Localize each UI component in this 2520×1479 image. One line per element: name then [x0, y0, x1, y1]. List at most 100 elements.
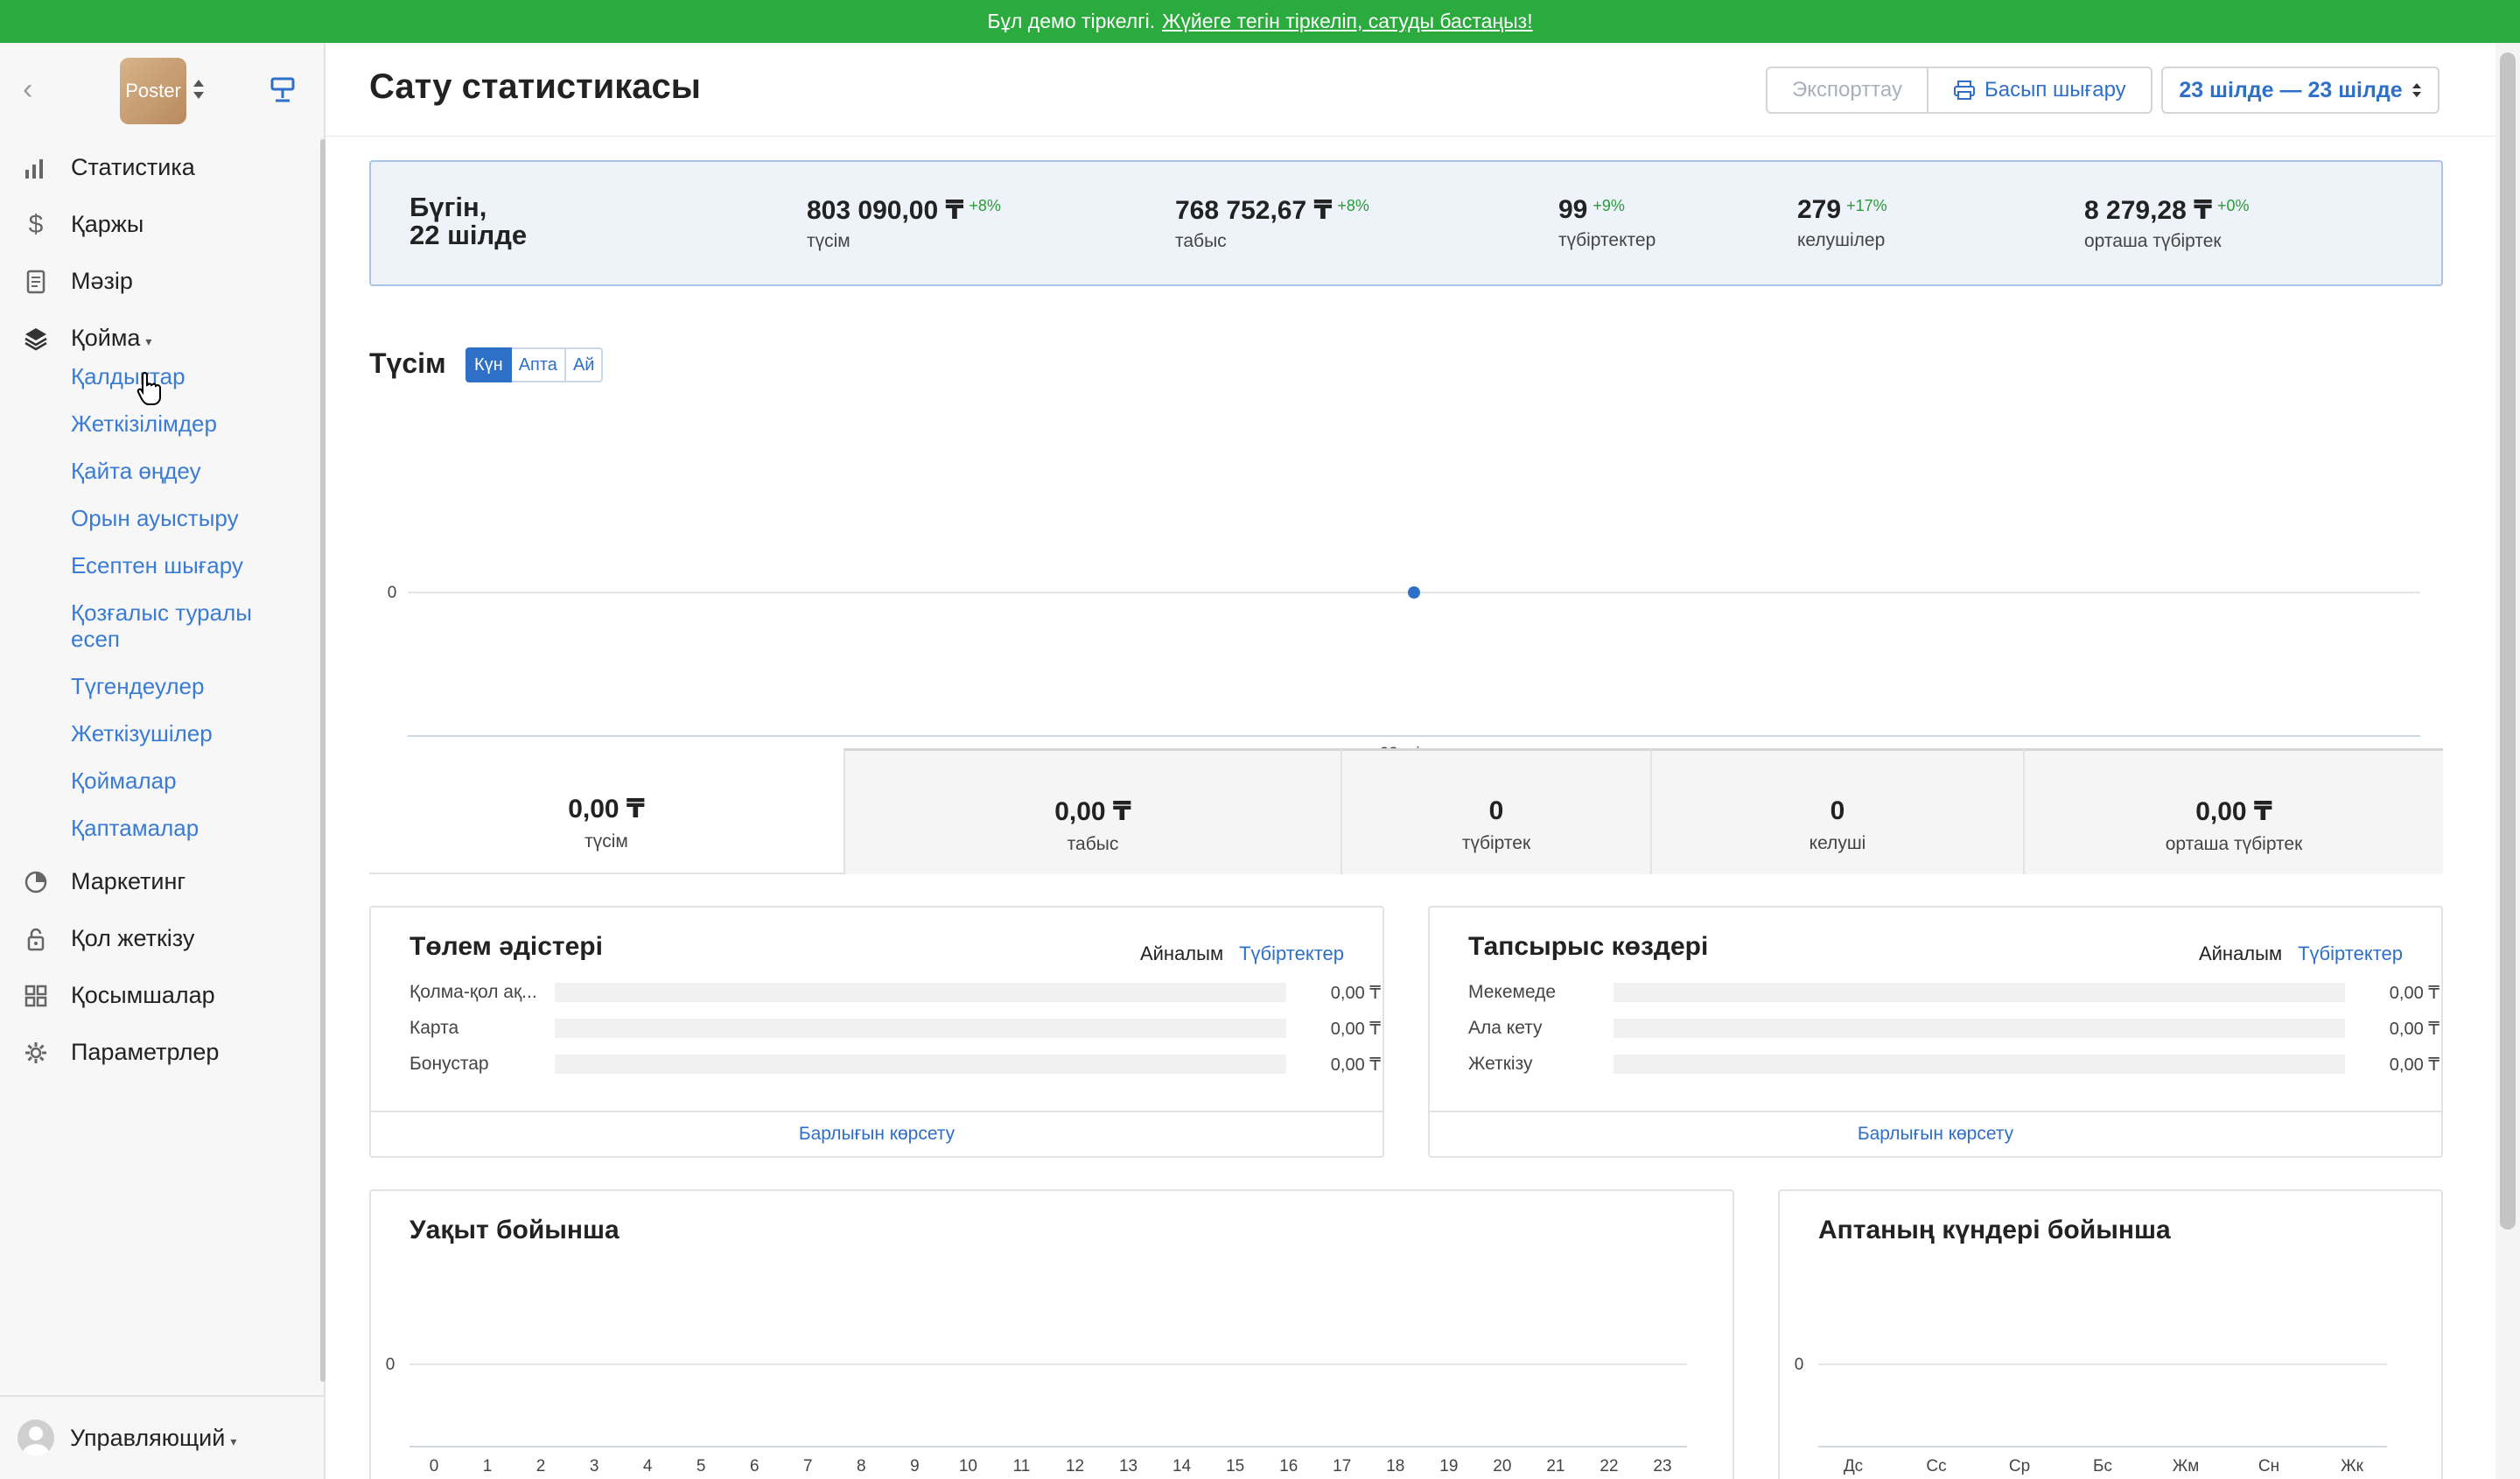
row-value: 0,00 ₸ [1330, 1055, 1381, 1075]
sidebar-item-settings[interactable]: Параметрлер [0, 1024, 324, 1081]
total-visitors[interactable]: 0 келуші [1650, 748, 2023, 874]
tab-turnover[interactable]: Айналым [1140, 943, 1223, 965]
x-tick-label: Сн [2258, 1457, 2279, 1475]
lock-icon [27, 928, 45, 950]
sidebar-nav: Статистика $ Қаржы Мәзір Қойма ▾ Қалдықта… [0, 139, 324, 1081]
x-tick-label: Дс [1844, 1457, 1863, 1475]
signup-link[interactable]: Жүйеге тегін тіркеліп, сатуды бастаңыз! [1162, 10, 1532, 33]
page-title: Сату статистикасы [369, 67, 701, 106]
stat-value: 768 752,67 ₸ [1175, 196, 1333, 225]
sort-arrows-icon [2412, 83, 2421, 97]
grid-icon [24, 985, 47, 1006]
row-label: Бонустар [410, 1054, 489, 1074]
page-scrollbar-thumb[interactable] [2500, 53, 2516, 1230]
user-menu[interactable]: Управляющий ▾ [0, 1395, 324, 1479]
date-range-picker[interactable]: 23 шілде — 23 шілде [2161, 67, 2440, 114]
row-bar [555, 1055, 1286, 1074]
x-tick-label: Жм [2173, 1457, 2200, 1475]
show-all-link[interactable]: Барлығын көрсету [1430, 1111, 2441, 1156]
submenu-item-packaging[interactable]: Қаптамалар [0, 815, 324, 841]
today-stat-average-receipt: 8 279,28 ₸ +0% орташа түбіртек [2084, 195, 2250, 252]
today-label-line1: Бүгін, [410, 192, 487, 222]
x-tick-label: 22 [1600, 1457, 1618, 1475]
y-tick-label: 0 [388, 584, 397, 602]
tab-receipts[interactable]: Түбіртектер [1239, 943, 1344, 965]
stat-value: 279 [1797, 195, 1842, 224]
stat-change: +9% [1592, 197, 1625, 214]
today-stat-revenue: 803 090,00 ₸ +8% түсім [807, 195, 1001, 252]
row-label: Қолма-қол ақ... [410, 982, 537, 1002]
total-value: 0,00 ₸ [1054, 797, 1131, 826]
account-switch-icon[interactable] [192, 78, 205, 101]
tab-month[interactable]: Ай [565, 347, 604, 382]
x-tick-label: 23 [1653, 1457, 1671, 1475]
total-profit[interactable]: 0,00 ₸ табыс [844, 748, 1340, 874]
row-label: Жеткізу [1468, 1054, 1533, 1074]
x-tick-label: 5 [696, 1457, 706, 1475]
x-tick-label: Жк [2341, 1457, 2364, 1475]
pos-terminal-icon[interactable] [268, 76, 298, 104]
total-average-receipt[interactable]: 0,00 ₸ орташа түбіртек [2023, 748, 2443, 874]
by-time-card: Уақыт бойынша 0 0 1 2 3 4 5 6 7 8 9 10 11 12 13 14 15 16 1… [369, 1189, 1734, 1479]
submenu-item-transfers[interactable]: Орын ауыстыру [0, 505, 324, 531]
hand-cursor-icon [136, 371, 161, 405]
sidebar-header: ‹ Poster [0, 43, 324, 139]
submenu-item-write-offs[interactable]: Есептен шығару [0, 552, 324, 578]
row-label: Ала кету [1468, 1018, 1543, 1038]
x-tick-label: 1 [483, 1457, 493, 1475]
collapse-sidebar-icon[interactable]: ‹ [23, 74, 49, 104]
export-button[interactable]: Экспорттау [1766, 67, 1928, 114]
x-tick-label: 18 [1386, 1457, 1404, 1475]
total-value: 0,00 ₸ [568, 795, 645, 824]
sidebar-item-warehouse[interactable]: Қойма ▾ [0, 310, 324, 367]
by-weekday-chart: 0 Дс Сс Ср Бс Жм Сн Жк [1795, 1356, 2387, 1475]
print-label: Басып шығару [1984, 78, 2126, 102]
list-item: Мекемеде 0,00 ₸ [1468, 979, 2440, 1006]
total-label: түсім [584, 831, 628, 852]
submenu-item-warehouses[interactable]: Қоймалар [0, 768, 324, 794]
stat-change: +17% [1846, 197, 1887, 214]
submenu-item-inventories[interactable]: Түгендеулер [0, 673, 324, 699]
x-tick-label: 2 [536, 1457, 546, 1475]
show-all-link[interactable]: Барлығын көрсету [371, 1111, 1382, 1156]
x-tick-label: 16 [1279, 1457, 1298, 1475]
bar-chart-icon [25, 158, 43, 179]
tab-turnover[interactable]: Айналым [2199, 943, 2282, 965]
stat-change: +8% [1337, 197, 1369, 214]
order-sources-card: Тапсырыс көздері Айналым Түбіртектер Мек… [1428, 906, 2443, 1158]
sidebar-item-label: Қол жеткізу [71, 925, 195, 951]
submenu-item-supplies[interactable]: Жеткізілімдер [0, 410, 324, 437]
x-tick-label: 10 [959, 1457, 977, 1475]
gear-icon [25, 1041, 46, 1063]
submenu-item-processing[interactable]: Қайта өңдеу [0, 458, 324, 484]
x-tick-label: 0 [430, 1457, 439, 1475]
x-tick-label: 13 [1119, 1457, 1138, 1475]
tab-week[interactable]: Апта [511, 347, 566, 382]
sidebar-item-label: Қосымшалар [71, 982, 215, 1008]
total-label: келуші [1809, 833, 1866, 853]
sidebar-item-marketing[interactable]: Маркетинг [0, 853, 324, 910]
x-tick-label: 21 [1546, 1457, 1564, 1475]
stat-value: 803 090,00 ₸ [807, 196, 964, 225]
sidebar-item-label: Статистика [71, 154, 195, 180]
card-title: Төлем әдістері [410, 932, 603, 961]
sidebar-item-menu[interactable]: Мәзір [0, 253, 324, 310]
submenu-item-movement-report[interactable]: Қозғалыс туралы есеп [0, 599, 262, 652]
today-date-label: Бүгін, 22 шілде [410, 193, 527, 249]
x-tick-label: 12 [1066, 1457, 1084, 1475]
tab-receipts[interactable]: Түбіртектер [2298, 943, 2403, 965]
stat-change: +0% [2217, 197, 2250, 214]
print-button[interactable]: Басып шығару [1928, 67, 2152, 114]
sidebar-item-access[interactable]: Қол жеткізу [0, 910, 324, 967]
sidebar-item-apps[interactable]: Қосымшалар [0, 967, 324, 1024]
company-logo[interactable]: Poster [120, 58, 186, 124]
total-receipts[interactable]: 0 түбіртек [1340, 748, 1650, 874]
sidebar-item-statistics[interactable]: Статистика [0, 139, 324, 196]
total-value: 0 [1488, 796, 1504, 825]
tab-day[interactable]: Күн [466, 347, 512, 382]
header-actions: Экспорттау Басып шығару [1766, 67, 2152, 114]
submenu-item-suppliers[interactable]: Жеткізушілер [0, 720, 324, 747]
x-tick-label: 6 [750, 1457, 760, 1475]
period-totals: 0,00 ₸ түсім 0,00 ₸ табыс 0 түбіртек 0 к… [369, 748, 2443, 874]
sidebar-item-finance[interactable]: $ Қаржы [0, 196, 324, 253]
